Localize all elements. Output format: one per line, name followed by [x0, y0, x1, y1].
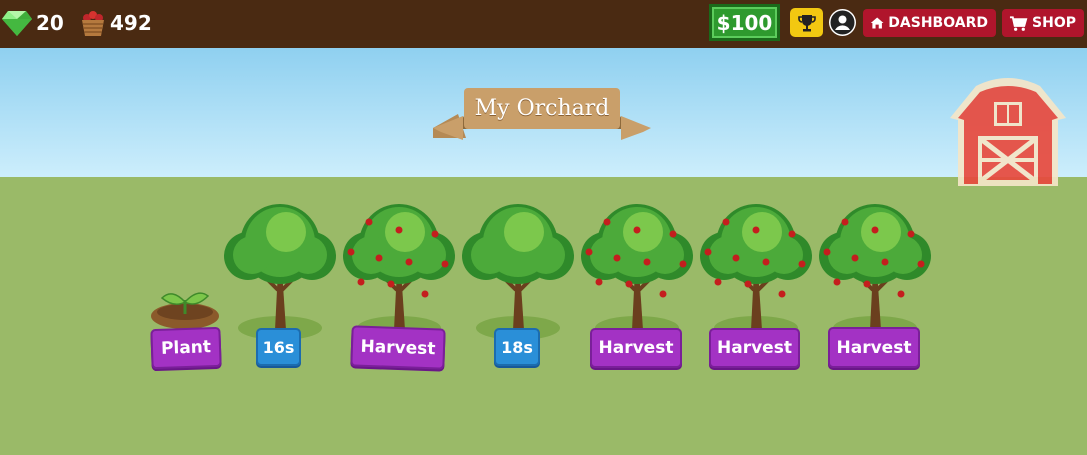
orchard-title: My Orchard — [474, 96, 610, 121]
home-icon — [870, 17, 884, 29]
cart-icon — [1009, 15, 1028, 31]
shop-button[interactable]: SHOP — [1002, 9, 1084, 37]
shop-label: SHOP — [1032, 15, 1076, 31]
gems-counter: 20 — [2, 8, 64, 38]
apple-basket-icon — [82, 11, 104, 36]
gems-count: 20 — [36, 11, 64, 35]
account-icon — [830, 10, 855, 35]
money-balance[interactable]: $100 — [709, 4, 780, 41]
dashboard-label: DASHBOARD — [888, 15, 988, 31]
harvest-button[interactable]: Harvest — [828, 327, 920, 368]
trophy-button[interactable] — [790, 8, 823, 37]
top-bar: 20 492 $100 DASHBOARD SHOP — [0, 0, 1087, 48]
apples-count: 492 — [110, 11, 152, 35]
seedling-plot[interactable] — [150, 286, 220, 331]
harvest-button[interactable]: Harvest — [350, 325, 446, 370]
fruit-tree[interactable] — [815, 200, 935, 340]
timer-badge: 18s — [494, 328, 540, 366]
account-button[interactable] — [829, 9, 856, 36]
dashboard-button[interactable]: DASHBOARD — [863, 9, 996, 37]
fruit-tree[interactable] — [696, 200, 816, 340]
plant-button[interactable]: Plant — [150, 326, 222, 370]
fruit-tree[interactable] — [577, 200, 697, 340]
apples-counter: 492 — [80, 8, 152, 38]
gem-icon — [2, 11, 32, 36]
timer-badge: 16s — [256, 328, 301, 366]
trophy-icon — [797, 14, 816, 31]
fruit-tree[interactable] — [339, 200, 459, 340]
barn-icon[interactable] — [946, 76, 1070, 188]
growing-tree[interactable] — [458, 200, 578, 340]
growing-tree[interactable] — [220, 200, 340, 340]
harvest-button[interactable]: Harvest — [709, 328, 800, 368]
harvest-button[interactable]: Harvest — [590, 328, 682, 368]
